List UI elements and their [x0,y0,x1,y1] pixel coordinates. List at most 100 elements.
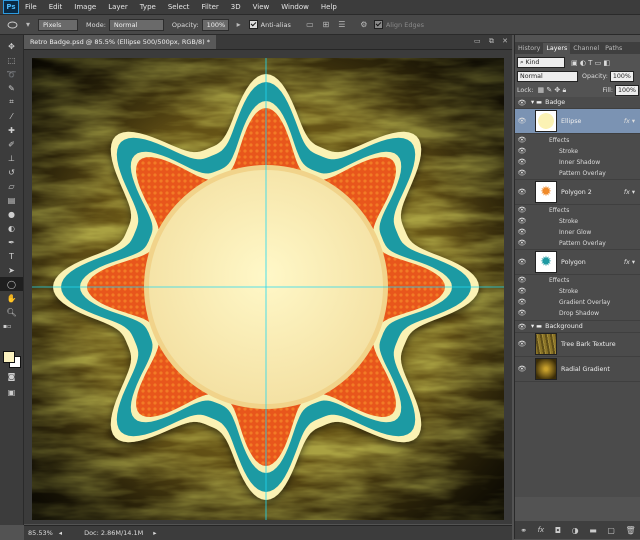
layer-polygon[interactable]: 👁︎ ✹ Polygon fx ▾ [515,249,640,275]
menu-type[interactable]: Type [140,3,156,11]
clone-stamp-tool-icon[interactable]: ⊥ [0,151,23,165]
visibility-eye-icon[interactable]: 👁︎ [515,239,529,247]
canvas-area[interactable] [24,50,512,524]
visibility-eye-icon[interactable]: 👁︎ [515,206,529,214]
layer-group-badge[interactable]: 👁︎ ▾ ▬ Badge [515,97,640,109]
visibility-eye-icon[interactable]: 👁︎ [515,309,529,317]
quick-selection-tool-icon[interactable]: ✎ [0,81,23,95]
visibility-eye-icon[interactable]: 👁︎ [515,217,529,225]
zoom-level[interactable]: 85.53% [28,529,53,537]
visibility-eye-icon[interactable]: 👁︎ [515,365,529,373]
layer-opacity-input[interactable]: 100% [609,71,634,82]
menu-file[interactable]: File [25,3,37,11]
brush-tool-icon[interactable]: ✐ [0,137,23,151]
quick-mask-icon[interactable]: ◙ [0,369,23,383]
effect-row[interactable]: 👁︎ Stroke [515,146,640,156]
path-operations-icon[interactable]: ▭ [304,19,316,30]
tab-history[interactable]: History [515,43,543,54]
menu-image[interactable]: Image [74,3,96,11]
path-arrangement-icon[interactable]: ☰ [336,19,348,30]
menu-window[interactable]: Window [281,3,309,11]
menu-help[interactable]: Help [321,3,337,11]
visibility-eye-icon[interactable]: 👁︎ [515,276,529,284]
chevron-down-icon[interactable]: ▾ [22,19,34,30]
status-menu-icon[interactable]: ▸ [153,529,156,537]
visibility-eye-icon[interactable]: 👁︎ [515,158,529,166]
blend-mode-select[interactable]: Normal [108,18,164,31]
visibility-eye-icon[interactable]: 👁︎ [515,136,529,144]
close-icon[interactable]: ✕ [502,37,508,45]
visibility-eye-icon[interactable]: 👁︎ [515,258,529,266]
tool-mode-select[interactable]: Pixels [38,18,78,31]
effect-row[interactable]: 👁︎ Inner Glow [515,227,640,237]
ellipse-tool-icon[interactable] [6,19,18,30]
visibility-eye-icon[interactable]: 👁︎ [515,188,529,196]
foreground-color-swatch[interactable] [3,351,15,363]
visibility-eye-icon[interactable]: 👁︎ [515,117,529,125]
layer-ellipse[interactable]: 👁︎ Ellipse fx ▾ [515,109,640,134]
fx-icon[interactable]: fx ▾ [624,259,635,266]
history-brush-tool-icon[interactable]: ↺ [0,165,23,179]
align-edges-checkbox[interactable] [373,20,383,29]
eyedropper-tool-icon[interactable]: ⁄ [0,109,23,123]
opacity-input[interactable]: 100% [201,18,229,31]
zoom-tool-icon[interactable]: 🔍︎ [0,305,23,319]
opacity-arrow-icon[interactable]: ▸ [233,19,245,30]
visibility-eye-icon[interactable]: 👁︎ [515,323,529,331]
lock-icons[interactable]: ▦ ✎ ✥ 🔒︎ [537,86,566,95]
hand-tool-icon[interactable]: ✋ [0,291,23,305]
tab-layers[interactable]: Layers [543,43,571,54]
visibility-eye-icon[interactable]: 👁︎ [515,298,529,306]
add-mask-icon[interactable]: ◘ [555,526,561,535]
artboard[interactable] [32,58,504,520]
expand-arrow-icon[interactable]: ▾ [531,323,534,330]
screen-mode-icon[interactable]: ▣ [0,385,23,399]
fill-input[interactable]: 100% [615,85,639,96]
filter-icons[interactable]: ▣ ◐ T ▭ ◧ [571,59,610,67]
new-layer-icon[interactable]: ▢ [607,526,615,535]
menu-view[interactable]: View [253,3,270,11]
path-selection-tool-icon[interactable]: ➤ [0,263,23,277]
visibility-eye-icon[interactable]: 👁︎ [515,340,529,348]
move-tool-icon[interactable]: ✥ [0,39,23,53]
visibility-eye-icon[interactable]: 👁︎ [515,228,529,236]
effect-row[interactable]: 👁︎ Stroke [515,216,640,226]
pen-tool-icon[interactable]: ✒ [0,235,23,249]
menu-edit[interactable]: Edit [49,3,63,11]
tab-paths[interactable]: Paths [602,43,625,54]
menu-filter[interactable]: Filter [201,3,218,11]
effect-row[interactable]: 👁︎ Gradient Overlay [515,297,640,307]
layer-polygon-2[interactable]: 👁︎ ✹ Polygon 2 fx ▾ [515,179,640,205]
type-tool-icon[interactable]: T [0,249,23,263]
menu-3d[interactable]: 3D [231,3,241,11]
lasso-tool-icon[interactable]: ➰ [0,67,23,81]
status-arrow-icon[interactable]: ◂ [59,529,62,537]
crop-tool-icon[interactable]: ⌗ [0,95,23,109]
layer-blend-mode-select[interactable]: Normal [517,71,578,82]
effect-row[interactable]: 👁︎ Stroke [515,286,640,296]
kind-filter-select[interactable]: ⌕ Kind [517,57,565,68]
link-layers-icon[interactable]: ⚭ [520,526,527,535]
effect-row[interactable]: 👁︎ Drop Shadow [515,308,640,318]
visibility-eye-icon[interactable]: 👁︎ [515,99,529,107]
new-group-icon[interactable]: ▬ [589,526,597,535]
blur-tool-icon[interactable]: ● [0,207,23,221]
marquee-tool-icon[interactable]: ⬚ [0,53,23,67]
minimize-icon[interactable]: ▭ [474,37,481,45]
path-alignment-icon[interactable]: ⊞ [320,19,332,30]
antialias-checkbox[interactable] [248,20,258,29]
visibility-eye-icon[interactable]: 👁︎ [515,147,529,155]
layer-radial-gradient[interactable]: 👁︎ Radial Gradient [515,357,640,382]
trash-icon[interactable]: 🗑︎ [626,526,636,535]
maximize-icon[interactable]: ⧉ [489,37,494,45]
default-colors-icon[interactable]: ▪▫ [0,319,26,333]
visibility-eye-icon[interactable]: 👁︎ [515,169,529,177]
expand-arrow-icon[interactable]: ▾ [531,99,534,106]
effect-row[interactable]: 👁︎ Pattern Overlay [515,238,640,248]
document-tab[interactable]: Retro Badge.psd @ 85.5% (Ellipse 500/500… [24,35,217,49]
menu-layer[interactable]: Layer [108,3,128,11]
add-style-icon[interactable]: fx [538,526,545,534]
dodge-tool-icon[interactable]: ◐ [0,221,23,235]
gradient-tool-icon[interactable]: ▤ [0,193,23,207]
eraser-tool-icon[interactable]: ▱ [0,179,23,193]
